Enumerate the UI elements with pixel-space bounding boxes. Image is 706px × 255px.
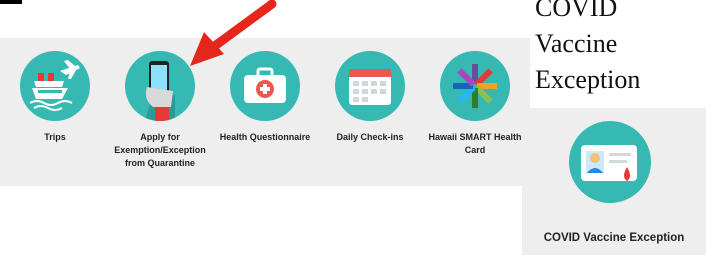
red-arrow-annotation [190,0,277,66]
tile-label: Trips [44,132,66,142]
tile-label: Hawaii SMART Health Card [428,132,522,155]
tile-smart-health-card[interactable]: Hawaii SMART Health Card [420,38,530,186]
section-heading: COVID Vaccine Exception [535,0,641,94]
tile-trips[interactable]: Trips [0,38,110,186]
tile-label: Health Questionnaire [219,132,311,142]
top-rule [0,0,22,4]
calendar-icon [335,51,405,121]
smart-health-logo-icon [440,51,510,121]
cruise-ship-plane-icon [20,51,90,121]
vaccine-exception-panel[interactable]: COVID Vaccine Exception [522,108,706,255]
tile-daily-checkins[interactable]: Daily Check-ins [315,38,425,186]
tile-label: COVID Vaccine Exception [543,232,685,244]
id-card-blood-drop-icon [569,121,651,203]
tile-label: Apply for Exemption/Exception from Quara… [114,132,206,168]
tile-label: Daily Check-ins [336,132,404,142]
panel-gap [0,188,120,224]
